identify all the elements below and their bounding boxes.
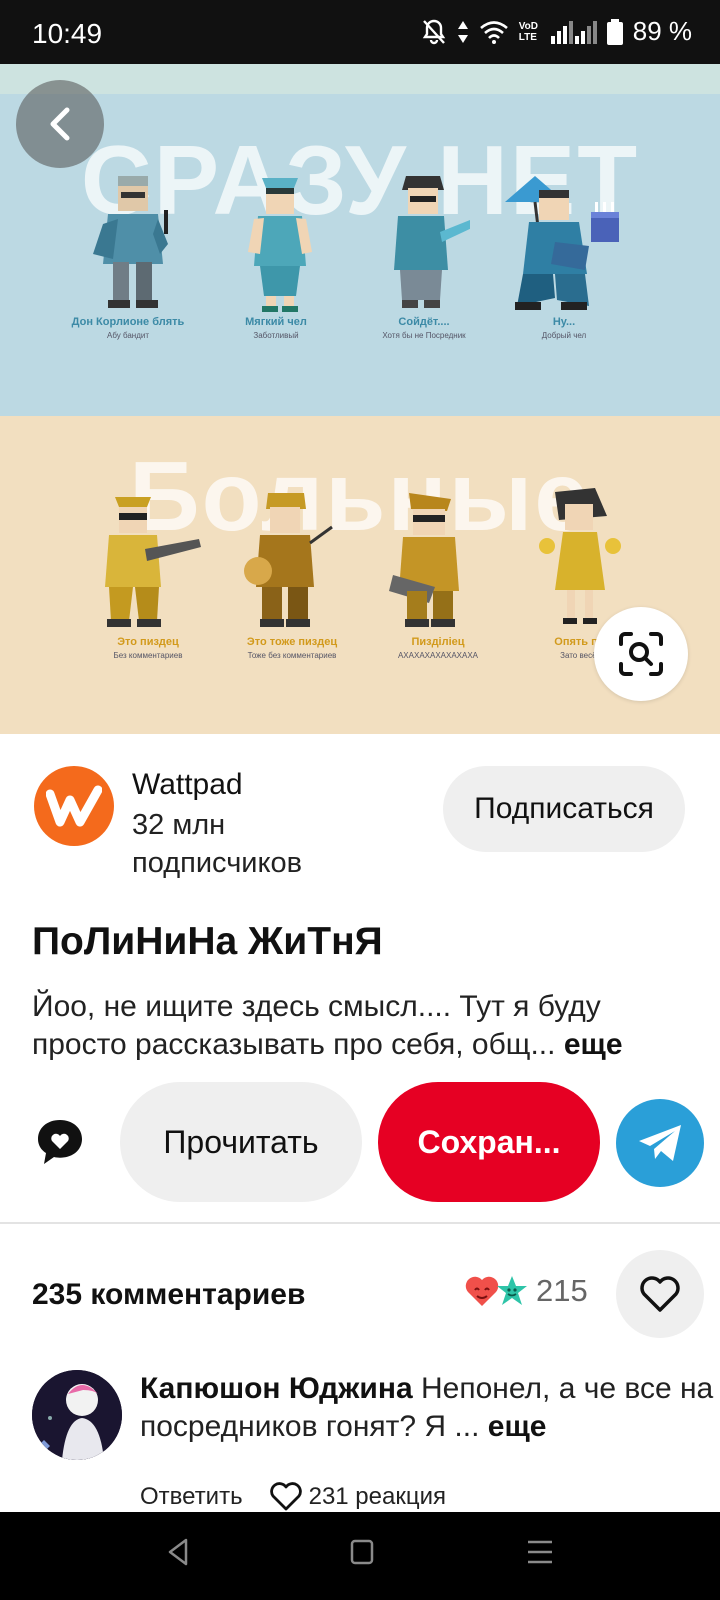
visual-search-icon <box>619 632 663 676</box>
battery-percent: 89 % <box>632 16 692 46</box>
character-caption: Дон Корлионе блять Абу бандит <box>48 316 208 340</box>
star-smile-reaction-icon <box>497 1276 527 1305</box>
character-title: Мягкий чел <box>245 316 307 328</box>
pin-title: ПоЛиНиНа ЖиТнЯ <box>32 920 383 963</box>
character-subtitle: Хотя бы не Посредник <box>382 331 466 340</box>
save-button[interactable]: Сохран... <box>378 1082 600 1202</box>
character-subtitle: Без комментариев <box>113 651 183 660</box>
character-figure <box>394 176 470 308</box>
author-avatar[interactable] <box>34 766 114 846</box>
character-caption: Сойдёт.... Хотя бы не Посредник <box>344 316 504 340</box>
wifi-icon <box>479 20 508 44</box>
heart-outline-icon <box>640 1276 680 1312</box>
back-button[interactable] <box>16 80 104 168</box>
system-nav-bar <box>0 1512 720 1600</box>
character-title: Дон Корлионе блять <box>71 316 185 328</box>
signal-icon <box>550 20 597 44</box>
telegram-icon <box>639 1125 681 1161</box>
visual-search-button[interactable] <box>594 607 688 701</box>
character-figure <box>539 488 621 624</box>
character-figure <box>248 178 312 312</box>
character-title: Ну... <box>552 316 576 328</box>
reaction-count: 215 <box>536 1273 588 1308</box>
character-subtitle: Добрый чел <box>541 331 587 340</box>
comment-heart-icon[interactable] <box>36 1118 84 1166</box>
anime-avatar-image <box>32 1370 122 1460</box>
character-subtitle: АХАХАХАХАХАХАХА <box>397 651 479 660</box>
character-title: Сойдёт.... <box>398 316 450 328</box>
reply-button[interactable]: Ответить <box>140 1483 243 1511</box>
heart-outline-icon[interactable] <box>269 1482 303 1512</box>
nav-home-icon[interactable] <box>348 1536 376 1568</box>
commenter-name[interactable]: Капюшон Юджина <box>140 1372 413 1405</box>
character-caption: Это тоже пиздец Тоже без комментариев <box>212 636 372 660</box>
pin-description-text: Йоо, не ищите здесь смысл.... Тут я буду… <box>32 990 601 1061</box>
comments-count[interactable]: 235 комментариев <box>32 1278 305 1312</box>
battery-icon <box>606 18 623 45</box>
character-subtitle: Абу бандит <box>106 331 150 340</box>
character-title: Это тоже пиздец <box>246 636 338 648</box>
clock: 10:49 <box>32 18 103 49</box>
wattpad-logo-icon <box>46 785 102 827</box>
character-subtitle: Тоже без комментариев <box>247 651 337 660</box>
share-telegram-button[interactable] <box>616 1099 704 1187</box>
expand-comment-link[interactable]: еще <box>488 1410 547 1443</box>
image-top-panel: СРАЗУ НЕТ Дон Корлионе блять Абу бандит … <box>0 64 720 416</box>
like-pin-button[interactable] <box>616 1250 704 1338</box>
character-figure <box>244 493 333 627</box>
read-button[interactable]: Прочитать <box>120 1082 362 1202</box>
action-bar: Прочитать Сохран... <box>0 1082 720 1202</box>
author-name[interactable]: Wattpad <box>132 768 243 802</box>
character-title: Пиздiлiец <box>411 636 465 648</box>
bell-off-icon <box>422 19 445 44</box>
commenter-avatar[interactable] <box>32 1370 122 1460</box>
character-subtitle: Заботливый <box>253 331 299 340</box>
character-caption: Ну... Добрый чел <box>484 316 644 340</box>
section-divider <box>0 1222 720 1224</box>
chevron-left-icon <box>50 107 70 141</box>
character-title: Это пиздец <box>117 636 179 648</box>
character-caption: Это пиздец Без комментариев <box>68 636 228 660</box>
comment-actions: Ответить 231 реакция <box>140 1482 446 1512</box>
character-caption: Мягкий чел Заботливый <box>196 316 356 340</box>
status-bar: 10:49 VoD LTE 89 % <box>0 0 720 64</box>
character-figure <box>105 497 201 627</box>
reactions-summary[interactable]: 215 <box>464 1273 588 1309</box>
data-arrows-icon <box>457 20 468 43</box>
character-caption: Пиздiлiец АХАХАХАХАХАХАХА <box>358 636 518 660</box>
nav-back-icon[interactable] <box>164 1536 192 1568</box>
character-figure <box>93 176 168 308</box>
author-row: Wattpad 32 млн подписчиков Подписаться <box>34 766 694 879</box>
pin-description: Йоо, не ищите здесь смысл.... Тут я буду… <box>32 988 682 1064</box>
expand-description-link[interactable]: еще <box>564 1028 623 1061</box>
comment-reactions-count[interactable]: 231 реакция <box>309 1483 446 1511</box>
subscribe-button[interactable]: Подписаться <box>443 766 685 852</box>
nav-menu-icon[interactable] <box>526 1536 554 1568</box>
author-subscribers: 32 млн подписчиков <box>132 809 303 879</box>
character-figure <box>505 176 619 310</box>
character-figure <box>389 493 459 627</box>
network-type-label: VoD LTE <box>518 20 538 43</box>
comment-body: Капюшон Юджина Непонел, а че все на поср… <box>140 1370 714 1446</box>
